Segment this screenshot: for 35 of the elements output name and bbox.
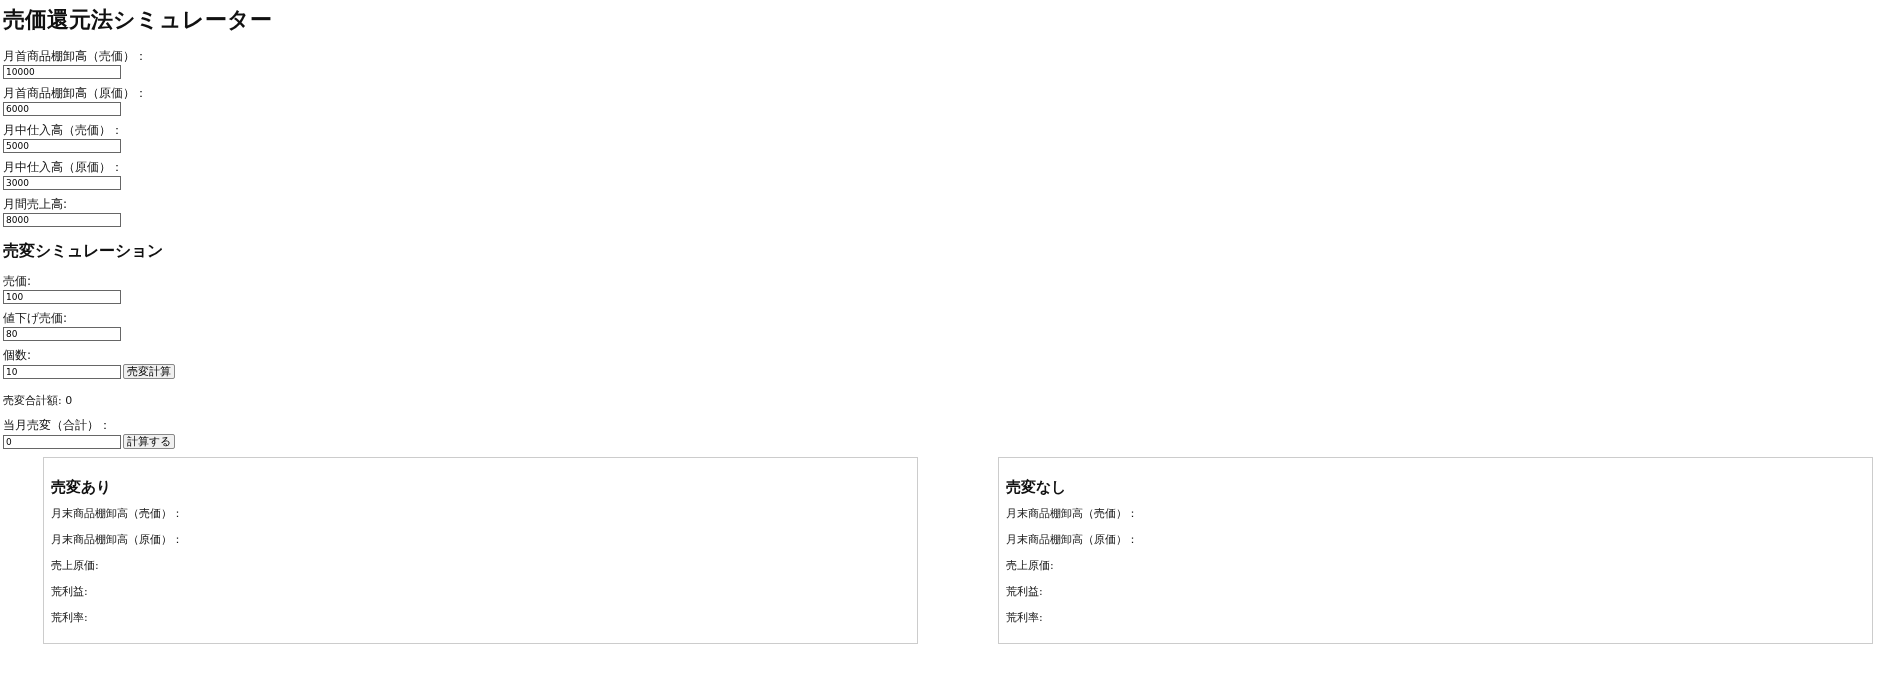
input-field[interactable]: 10 — [3, 364, 121, 379]
field-label: 月首商品棚卸高（原価）： — [3, 86, 148, 101]
input-field[interactable]: 3000 — [3, 176, 121, 190]
result-label: 荒利益: — [1006, 585, 1044, 599]
result-label: 売上原価: — [51, 559, 100, 573]
result-label: 荒利率: — [1006, 611, 1044, 625]
field-label: 値下げ売価: — [3, 311, 69, 326]
input-field[interactable]: 100 — [3, 290, 121, 304]
result-label: 月末商品棚卸高（売価）： — [1006, 507, 1139, 521]
input-field[interactable]: 0 — [3, 434, 121, 449]
calculate-button[interactable]: 計算する — [123, 434, 175, 449]
total-text: 売変合計額: 0 — [3, 393, 74, 408]
calculate-button[interactable]: 売変計算 — [123, 364, 175, 379]
field-label: 月中仕入高（売価）： — [3, 123, 124, 138]
field-label: 個数: — [3, 348, 33, 363]
field-label: 当月売変（合計）： — [3, 418, 112, 433]
result-label: 月末商品棚卸高（売価）： — [51, 507, 184, 521]
panel-heading: 売変あり — [51, 478, 112, 497]
field-label: 月間売上高: — [3, 197, 69, 212]
input-field[interactable]: 10000 — [3, 65, 121, 79]
section-heading: 売変シミュレーション — [3, 241, 164, 262]
result-label: 荒利益: — [51, 585, 89, 599]
field-label: 月中仕入高（原価）： — [3, 160, 124, 175]
result-label: 売上原価: — [1006, 559, 1055, 573]
input-field[interactable]: 8000 — [3, 213, 121, 227]
panel-heading: 売変なし — [1006, 478, 1067, 497]
input-field[interactable]: 5000 — [3, 139, 121, 153]
page-title: 売価還元法シミュレーター — [3, 6, 273, 34]
field-label: 売価: — [3, 274, 33, 289]
result-label: 月末商品棚卸高（原価）： — [1006, 533, 1139, 547]
result-label: 荒利率: — [51, 611, 89, 625]
input-field[interactable]: 80 — [3, 327, 121, 341]
field-label: 月首商品棚卸高（売価）： — [3, 49, 148, 64]
input-field[interactable]: 6000 — [3, 102, 121, 116]
result-label: 月末商品棚卸高（原価）： — [51, 533, 184, 547]
